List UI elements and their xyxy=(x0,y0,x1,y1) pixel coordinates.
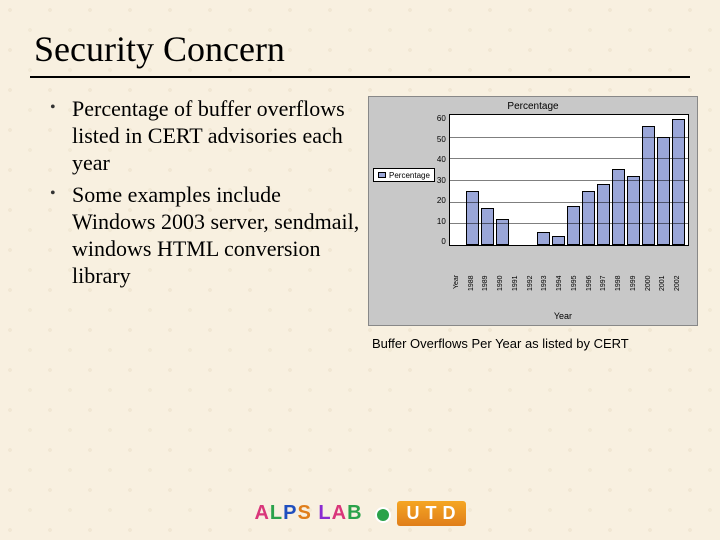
x-axis-ticks: Year198819891990199119921993199419951996… xyxy=(437,275,689,309)
xtick: 1998 xyxy=(615,275,630,309)
content-row: Percentage of buffer overflows listed in… xyxy=(0,78,720,351)
x-axis-label: Year xyxy=(437,309,689,325)
xtick: Year xyxy=(453,275,468,309)
xtick: 1994 xyxy=(556,275,571,309)
xtick: 2000 xyxy=(645,275,660,309)
bar xyxy=(466,191,479,245)
xtick: 2002 xyxy=(674,275,689,309)
xtick: 1991 xyxy=(512,275,527,309)
ytick: 20 xyxy=(437,196,446,205)
chart-inner: Percentage 60 50 40 30 20 10 0 xyxy=(369,114,697,325)
plot-row: 60 50 40 30 20 10 0 xyxy=(437,114,689,275)
page-title: Security Concern xyxy=(0,0,720,76)
utd-dot-icon xyxy=(375,507,391,523)
legend-label: Percentage xyxy=(389,171,430,180)
xtick: 1995 xyxy=(571,275,586,309)
xtick: 1989 xyxy=(482,275,497,309)
ytick: 30 xyxy=(437,176,446,185)
bar xyxy=(627,176,640,245)
xtick: 1988 xyxy=(468,275,483,309)
xtick: 1999 xyxy=(630,275,645,309)
xtick: 1993 xyxy=(541,275,556,309)
bar xyxy=(657,137,670,245)
chart-area: Percentage Percentage 60 50 40 30 20 xyxy=(360,96,702,351)
y-axis-ticks: 60 50 40 30 20 10 0 xyxy=(437,114,449,246)
xtick: 1992 xyxy=(527,275,542,309)
chart-plot xyxy=(449,114,689,246)
bar xyxy=(642,126,655,245)
bar xyxy=(672,119,685,245)
ytick: 40 xyxy=(437,155,446,164)
legend-swatch xyxy=(378,172,386,178)
chart-legend: Percentage xyxy=(373,168,435,182)
plot-column: 60 50 40 30 20 10 0 xyxy=(437,114,697,325)
utd-text: UTD xyxy=(397,501,466,526)
chart-title: Percentage xyxy=(507,97,558,114)
chart-container: Percentage Percentage 60 50 40 30 20 xyxy=(368,96,698,326)
bar xyxy=(612,169,625,245)
bar xyxy=(552,236,565,245)
footer-logos: ALPS LAB UTD xyxy=(0,501,720,526)
bar xyxy=(481,208,494,245)
bullet-item: Some examples include Windows 2003 serve… xyxy=(50,182,360,289)
xtick: 1996 xyxy=(586,275,601,309)
xtick: 1990 xyxy=(497,275,512,309)
bar xyxy=(582,191,595,245)
bar xyxy=(567,206,580,245)
bullet-list: Percentage of buffer overflows listed in… xyxy=(50,96,360,351)
bar xyxy=(537,232,550,245)
bullet-item: Percentage of buffer overflows listed in… xyxy=(50,96,360,176)
ytick: 50 xyxy=(437,135,446,144)
chart-caption: Buffer Overflows Per Year as listed by C… xyxy=(368,326,702,351)
bar xyxy=(597,184,610,245)
ytick: 10 xyxy=(437,217,446,226)
ytick: 0 xyxy=(437,237,446,246)
xtick: 2001 xyxy=(659,275,674,309)
ytick: 60 xyxy=(437,114,446,123)
utd-logo: UTD xyxy=(375,501,466,526)
bar xyxy=(496,219,509,245)
xtick: 1997 xyxy=(600,275,615,309)
alps-lab-logo: ALPS LAB xyxy=(254,502,362,525)
